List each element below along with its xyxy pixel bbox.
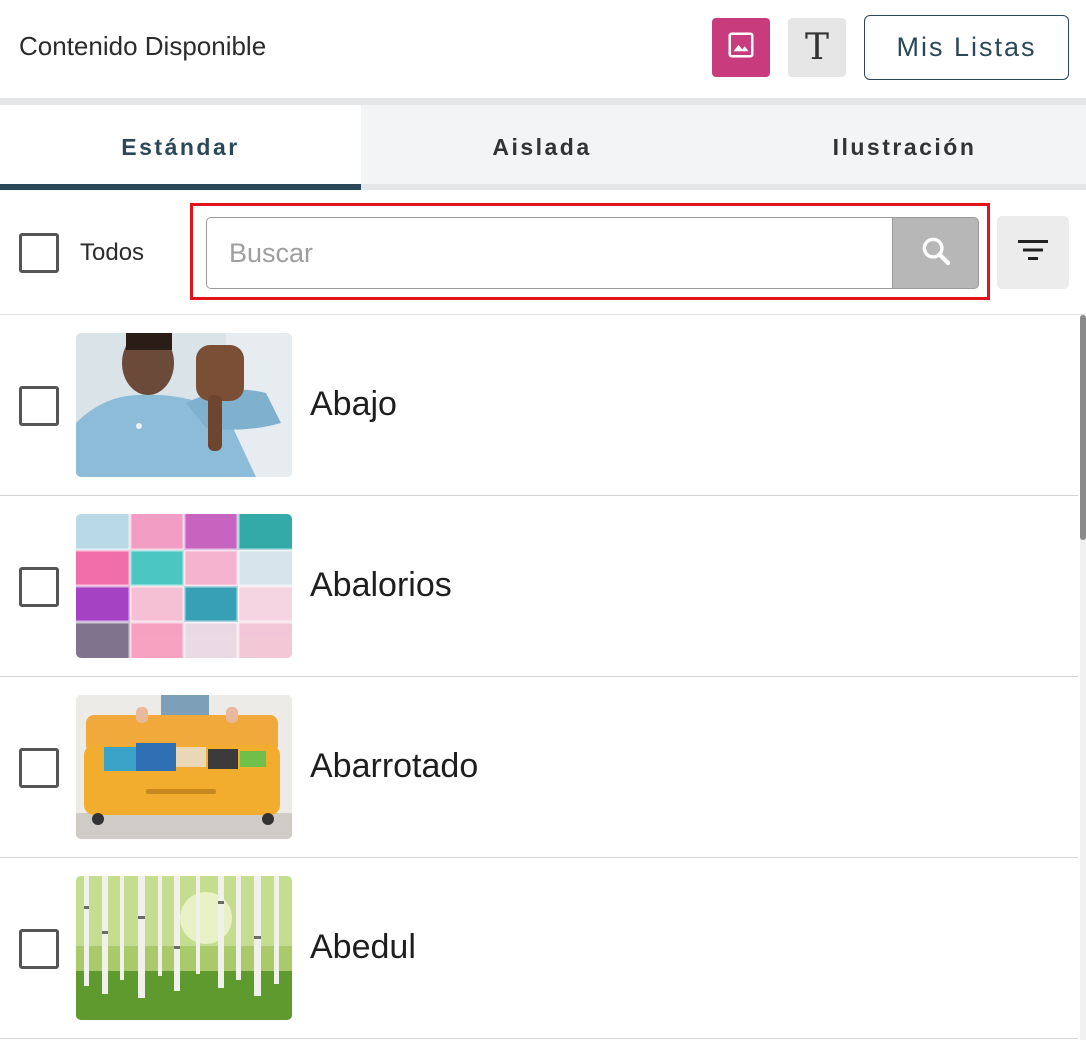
item-label: Abedul: [310, 928, 416, 966]
list-item[interactable]: Abajo: [0, 315, 1078, 496]
tab-isolated[interactable]: Aislada: [361, 105, 723, 190]
birch-forest-image: [76, 876, 292, 1020]
image-icon: [726, 30, 756, 65]
search-icon: [919, 234, 953, 273]
item-checkbox[interactable]: [19, 386, 59, 426]
app-header: Contenido Disponible T Mis Listas: [0, 0, 1086, 98]
select-all-checkbox[interactable]: [19, 233, 59, 273]
list-scrollbar[interactable]: [1080, 315, 1086, 1040]
packed-suitcase-image: [76, 695, 292, 839]
search-button[interactable]: [892, 217, 979, 289]
person-thumbs-down-image: [76, 333, 292, 477]
item-thumbnail: [76, 514, 292, 658]
filter-icon: [1016, 237, 1050, 268]
list-toolbar: Todos: [0, 190, 1086, 315]
item-thumbnail: [76, 695, 292, 839]
tab-illustration[interactable]: Ilustración: [723, 105, 1086, 190]
category-tabs: Estándar Aislada Ilustración: [0, 105, 1086, 190]
item-label: Abalorios: [310, 566, 452, 604]
item-checkbox[interactable]: [19, 567, 59, 607]
item-thumbnail: [76, 333, 292, 477]
my-lists-button[interactable]: Mis Listas: [864, 15, 1069, 80]
content-list: Abajo Abalorios Abarrotado Abedul: [0, 315, 1078, 1040]
search-input[interactable]: [206, 217, 894, 289]
list-item[interactable]: Abalorios: [0, 496, 1078, 677]
item-checkbox[interactable]: [19, 929, 59, 969]
scrollbar-thumb[interactable]: [1080, 315, 1086, 540]
colorful-beads-image: [76, 514, 292, 658]
header-divider: [0, 98, 1086, 105]
item-label: Abarrotado: [310, 747, 479, 785]
item-checkbox[interactable]: [19, 748, 59, 788]
list-item[interactable]: Abedul: [0, 858, 1078, 1039]
image-mode-button[interactable]: [712, 18, 770, 77]
filter-button[interactable]: [997, 216, 1069, 289]
text-mode-icon: T: [804, 26, 829, 68]
item-thumbnail: [76, 876, 292, 1020]
tab-standard[interactable]: Estándar: [0, 105, 361, 190]
item-label: Abajo: [310, 385, 397, 423]
page-title: Contenido Disponible: [19, 31, 267, 61]
text-mode-button[interactable]: T: [788, 18, 846, 77]
list-item[interactable]: Abarrotado: [0, 677, 1078, 858]
select-all-label: Todos: [80, 239, 145, 266]
